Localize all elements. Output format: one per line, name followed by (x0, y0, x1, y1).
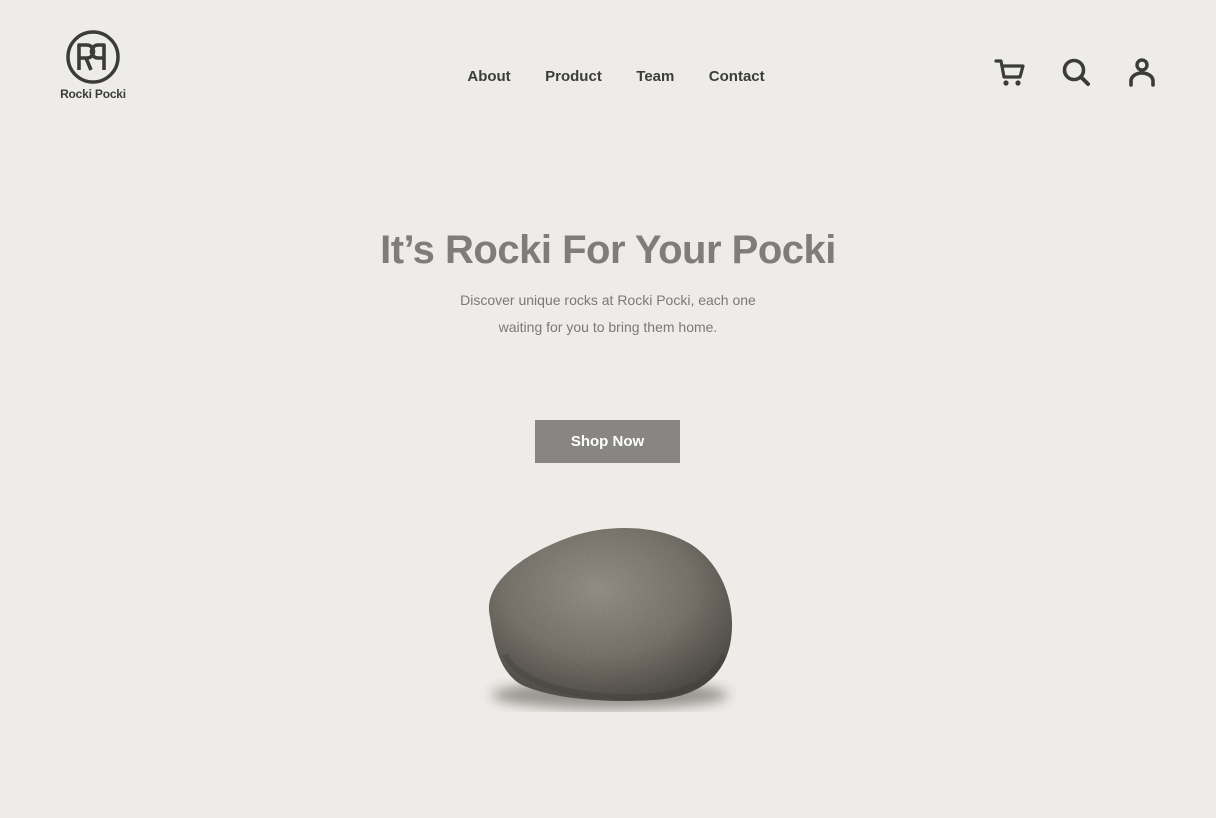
cart-button[interactable] (994, 56, 1026, 88)
nav-item-product[interactable]: Product (545, 68, 602, 85)
nav-item-about[interactable]: About (467, 68, 510, 85)
nav-item-contact[interactable]: Contact (709, 68, 765, 85)
brand-name: Rocki Pocki (60, 87, 126, 101)
brand-logo[interactable]: Rocki Pocki (58, 30, 128, 101)
search-button[interactable] (1060, 56, 1092, 88)
hero-subtitle: Discover unique rocks at Rocki Pocki, ea… (460, 292, 756, 335)
hero-title: It’s Rocki For Your Pocki (380, 228, 836, 272)
cart-icon (994, 59, 1025, 86)
header-actions (994, 56, 1158, 88)
nav-item-team[interactable]: Team (636, 68, 674, 85)
landing-page: Rocki Pocki About Product Team Contact I… (0, 0, 1216, 818)
shop-now-button[interactable]: Shop Now (535, 420, 680, 463)
account-button[interactable] (1126, 56, 1158, 88)
user-icon (1129, 58, 1155, 87)
rock-product-image (488, 527, 733, 709)
search-icon (1062, 58, 1090, 86)
hero-section: It’s Rocki For Your Pocki Discover uniqu… (0, 228, 1216, 341)
